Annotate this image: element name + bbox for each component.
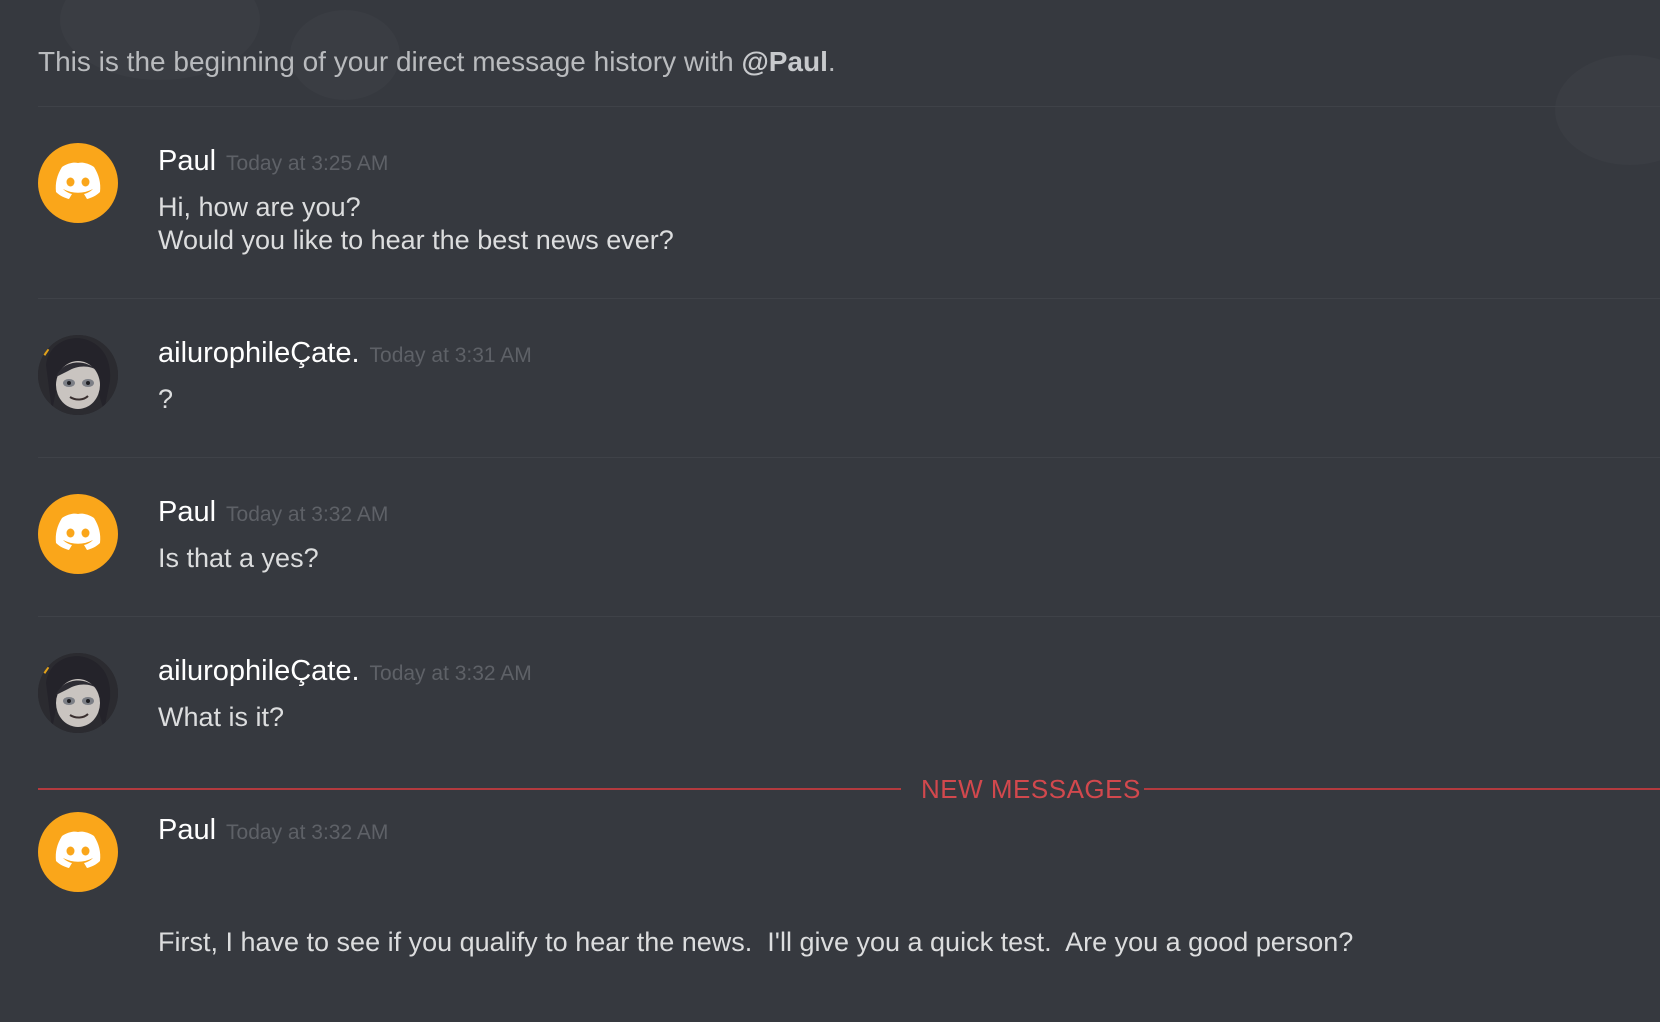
message-header: Paul Today at 3:25 AM [158,145,388,178]
message-group: ailurophileÇate. Today at 3:32 AM What is… [38,653,1660,763]
message-timestamp[interactable]: Today at 3:32 AM [370,662,532,685]
message-header: ailurophileÇate. Today at 3:32 AM [158,655,532,688]
message-timestamp[interactable]: Today at 3:32 AM [226,821,388,844]
message-content: ? [158,383,173,416]
message-line: Would you like to hear the best news eve… [158,225,674,255]
message-group: Paul Today at 3:32 AM First, I have to se… [38,812,1660,957]
message-line: First, I have to see if you qualify to h… [158,927,1354,957]
message-group: Paul Today at 3:25 AM Hi, how are you? Wo… [38,143,1660,299]
author-name[interactable]: Paul [158,145,216,177]
new-messages-divider: NEW MESSAGES [38,774,1660,804]
avatar[interactable] [38,494,118,574]
author-name[interactable]: Paul [158,814,216,846]
message-content: What is it? [158,701,284,734]
author-name[interactable]: ailurophileÇate. [158,655,360,687]
message-line: ? [158,384,174,414]
message-group: ailurophileÇate. Today at 3:31 AM ? [38,335,1660,458]
divider-line [38,788,901,790]
message-timestamp[interactable]: Today at 3:25 AM [226,152,388,175]
discord-logo-icon [55,831,101,868]
avatar[interactable] [38,335,118,415]
discord-logo-icon [55,162,101,199]
divider-line [1144,788,1660,790]
message-group: Paul Today at 3:32 AM Is that a yes? [38,494,1660,617]
avatar[interactable] [38,143,118,223]
new-messages-label: NEW MESSAGES [921,774,1141,804]
author-name[interactable]: Paul [158,496,216,528]
message-content: Hi, how are you? Would you like to hear … [158,191,674,257]
message-header: Paul Today at 3:32 AM [158,814,388,847]
message-line: Hi, how are you? [158,192,361,222]
message-line: What is it? [158,702,285,732]
avatar[interactable] [38,653,118,733]
message-header: ailurophileÇate. Today at 3:31 AM [158,337,532,370]
message-timestamp[interactable]: Today at 3:32 AM [226,503,388,526]
dm-channel: This is the beginning of your direct mes… [0,0,1660,1022]
author-name[interactable]: ailurophileÇate. [158,337,360,369]
anime-avatar-icon [38,653,118,733]
anime-avatar-icon [38,335,118,415]
user-mention[interactable]: @Paul [741,46,827,77]
message-timestamp[interactable]: Today at 3:31 AM [370,344,532,367]
message-header: Paul Today at 3:32 AM [158,496,388,529]
history-trailing-period: . [827,46,836,77]
discord-logo-icon [55,513,101,550]
history-intro-text: This is the beginning of your direct mes… [38,46,742,77]
message-content: Is that a yes? [158,542,319,575]
message-content: First, I have to see if you qualify to h… [158,860,1353,1022]
avatar[interactable] [38,812,118,892]
message-line: Is that a yes? [158,543,319,573]
dm-history-header: This is the beginning of your direct mes… [38,38,1660,107]
